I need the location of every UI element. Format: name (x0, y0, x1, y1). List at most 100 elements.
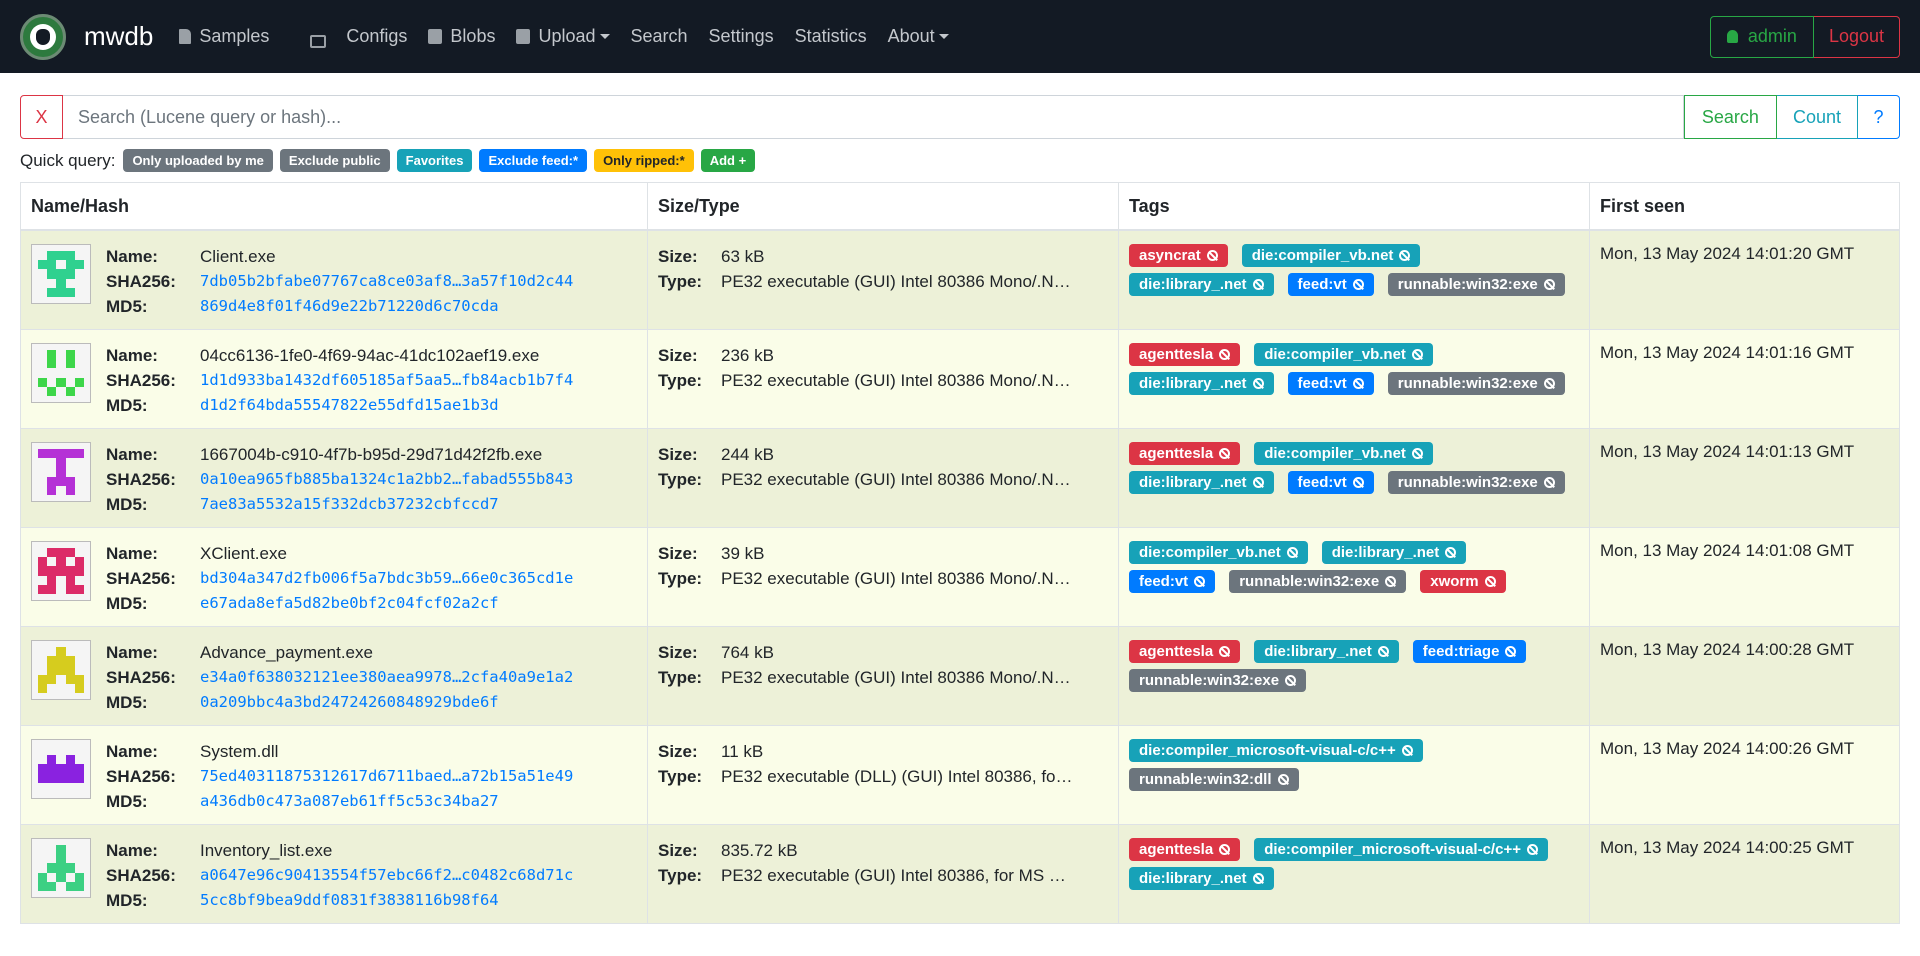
ban-icon[interactable] (1352, 477, 1364, 488)
user-button[interactable]: admin (1709, 15, 1814, 58)
table-row[interactable]: Name: 1667004b-c910-4f7b-b95d-29d71d42f2f… (21, 429, 1899, 528)
tag-badge[interactable]: die:compiler_microsoft-visual-c/c++ (1254, 838, 1548, 861)
table-row[interactable]: Name: XClient.exe SHA256: bd304a347d2fb006f… (21, 528, 1899, 627)
nav-search[interactable]: Search (631, 26, 688, 47)
md5-link[interactable]: 869d4e8f01f46d9e22b71220d6c70cda (200, 294, 499, 319)
tag-badge[interactable]: die:library_.net (1129, 372, 1274, 395)
tag-badge[interactable]: feed:vt (1287, 471, 1374, 494)
table-row[interactable]: Name: System.dll SHA256: 75ed40311875312617… (21, 726, 1899, 825)
tag-badge[interactable]: die:compiler_vb.net (1241, 244, 1421, 267)
tag-badge[interactable]: die:compiler_microsoft-visual-c/c++ (1129, 739, 1423, 762)
ban-icon[interactable] (1385, 576, 1397, 587)
table-row[interactable]: Name: Inventory_list.exe SHA256: a0647e96c9… (21, 825, 1899, 924)
ban-icon[interactable] (1543, 279, 1555, 290)
ban-icon[interactable] (1526, 844, 1538, 855)
ban-icon[interactable] (1252, 378, 1264, 389)
tag-badge[interactable]: die:library_.net (1254, 640, 1399, 663)
sha256-link[interactable]: 7db05b2bfabe07767ca8ce03af8…3a57f10d2c44 (200, 269, 573, 294)
md5-link[interactable]: a436db0c473a087eb61ff5c53c34ba27 (200, 789, 499, 814)
logout-button[interactable]: Logout (1813, 15, 1900, 58)
tag-badge[interactable]: runnable:win32:exe (1387, 372, 1565, 395)
tag-badge[interactable]: agenttesla (1129, 442, 1241, 465)
tag-badge[interactable]: runnable:win32:exe (1387, 471, 1565, 494)
md5-link[interactable]: e67ada8efa5d82be0bf2c04fcf02a2cf (200, 591, 499, 616)
ban-icon[interactable] (1401, 745, 1413, 756)
quick-exclude-public[interactable]: Exclude public (279, 149, 390, 172)
table-row[interactable]: Name: 04cc6136-1fe0-4f69-94ac-41dc102aef1… (21, 330, 1899, 429)
tag-badge[interactable]: die:library_.net (1129, 867, 1274, 890)
tag-badge[interactable]: asyncrat (1129, 244, 1228, 267)
ban-icon[interactable] (1252, 873, 1264, 884)
md5-link[interactable]: 5cc8bf9bea9ddf0831f3838116b98f64 (200, 888, 499, 913)
search-button[interactable]: Search (1683, 95, 1777, 139)
count-button[interactable]: Count (1776, 95, 1858, 139)
sha256-link[interactable]: e34a0f638032121ee380aea9978…2cfa40a9e1a2 (200, 665, 573, 690)
ban-icon[interactable] (1206, 250, 1218, 261)
nav-settings[interactable]: Settings (709, 26, 774, 47)
sha256-link[interactable]: 0a10ea965fb885ba1324c1a2bb2…fabad555b843 (200, 467, 573, 492)
ban-icon[interactable] (1219, 349, 1231, 360)
tag-badge[interactable]: runnable:win32:exe (1387, 273, 1565, 296)
tag-badge[interactable]: agenttesla (1129, 640, 1241, 663)
ban-icon[interactable] (1219, 646, 1231, 657)
ban-icon[interactable] (1399, 250, 1411, 261)
table-row[interactable]: Name: Advance_payment.exe SHA256: e34a0f638… (21, 627, 1899, 726)
ban-icon[interactable] (1252, 477, 1264, 488)
ban-icon[interactable] (1445, 547, 1457, 558)
nav-blobs[interactable]: Blobs (428, 26, 495, 47)
ban-icon[interactable] (1505, 646, 1517, 657)
tag-badge[interactable]: die:library_.net (1321, 541, 1467, 564)
tag-badge[interactable]: agenttesla (1129, 838, 1241, 861)
ban-icon[interactable] (1352, 279, 1364, 290)
nav-upload[interactable]: Upload (516, 26, 610, 47)
ban-icon[interactable] (1543, 477, 1555, 488)
md5-link[interactable]: 7ae83a5532a15f332dcb37232cbfccd7 (200, 492, 499, 517)
sha256-link[interactable]: a0647e96c90413554f57ebc66f2…c0482c68d71c (200, 863, 573, 888)
tag-badge[interactable]: agenttesla (1129, 343, 1241, 366)
tag-badge[interactable]: feed:triage (1412, 640, 1527, 663)
tag-badge[interactable]: feed:vt (1287, 273, 1374, 296)
ban-icon[interactable] (1352, 378, 1364, 389)
table-row[interactable]: Name: Client.exe SHA256: 7db05b2bfabe07767c… (21, 231, 1899, 330)
ban-icon[interactable] (1219, 448, 1231, 459)
nav-about[interactable]: About (888, 26, 949, 47)
tag-badge[interactable]: die:library_.net (1129, 273, 1274, 296)
quick-favorites[interactable]: Favorites (396, 149, 473, 172)
tag-badge[interactable]: die:library_.net (1129, 471, 1274, 494)
help-button[interactable]: ? (1858, 95, 1900, 139)
quick-only-ripped[interactable]: Only ripped:* (594, 149, 694, 172)
ban-icon[interactable] (1484, 576, 1496, 587)
tag-badge[interactable]: runnable:win32:exe (1229, 570, 1407, 593)
ban-icon[interactable] (1194, 576, 1206, 587)
sha256-link[interactable]: 1d1d933ba1432df605185af5aa5…fb84acb1b7f4 (200, 368, 573, 393)
tag-badge[interactable]: die:compiler_vb.net (1129, 541, 1308, 564)
ban-icon[interactable] (1277, 774, 1289, 785)
search-input[interactable] (63, 95, 1684, 139)
nav-statistics[interactable]: Statistics (795, 26, 867, 47)
ban-icon[interactable] (1286, 547, 1298, 558)
quick-exclude-feed[interactable]: Exclude feed:* (479, 149, 588, 172)
tag-badge[interactable]: runnable:win32:exe (1129, 669, 1307, 692)
sha256-link[interactable]: bd304a347d2fb006f5a7bdc3b59…66e0c365cd1e (200, 566, 573, 591)
tag-badge[interactable]: xworm (1420, 570, 1506, 593)
tag-badge[interactable]: runnable:win32:dll (1129, 768, 1299, 791)
ban-icon[interactable] (1252, 279, 1264, 290)
ban-icon[interactable] (1377, 646, 1389, 657)
md5-link[interactable]: d1d2f64bda55547822e55dfd15ae1b3d (200, 393, 499, 418)
tag-badge[interactable]: die:compiler_vb.net (1254, 343, 1433, 366)
quick-only-uploaded-by-me[interactable]: Only uploaded by me (123, 149, 273, 172)
ban-icon[interactable] (1411, 448, 1423, 459)
ban-icon[interactable] (1411, 349, 1423, 360)
nav-configs[interactable]: Configs (290, 25, 407, 48)
nav-samples[interactable]: Samples (179, 26, 269, 47)
ban-icon[interactable] (1285, 675, 1297, 686)
brand[interactable]: mwdb (20, 13, 153, 60)
ban-icon[interactable] (1219, 844, 1231, 855)
tag-badge[interactable]: die:compiler_vb.net (1254, 442, 1433, 465)
tag-badge[interactable]: feed:vt (1129, 570, 1216, 593)
tag-badge[interactable]: feed:vt (1287, 372, 1374, 395)
md5-link[interactable]: 0a209bbc4a3bd24724260848929bde6f (200, 690, 499, 715)
clear-search-button[interactable]: X (20, 95, 63, 139)
ban-icon[interactable] (1543, 378, 1555, 389)
quick-add-button[interactable]: Add + (700, 149, 756, 172)
